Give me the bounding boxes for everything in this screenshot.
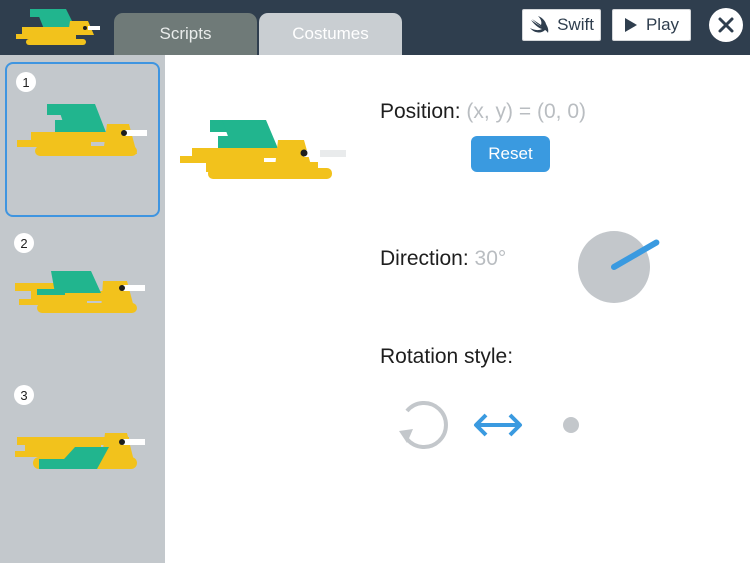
bird-costume-wings-down-image bbox=[15, 433, 145, 469]
position-row: Position: (x, y) = (0, 0) bbox=[380, 100, 586, 124]
swift-button[interactable]: Swift bbox=[522, 9, 601, 41]
play-button[interactable]: Play bbox=[612, 9, 691, 41]
top-bar: Scripts Costumes Swift Play bbox=[0, 0, 750, 55]
rotation-dont-rotate-option[interactable] bbox=[554, 398, 588, 452]
bird-costume-wings-up-image bbox=[17, 104, 147, 156]
dont-rotate-dot-icon bbox=[563, 417, 579, 433]
left-right-arrow-icon bbox=[474, 413, 522, 437]
bird-logo-icon bbox=[16, 9, 100, 45]
costume-number: 3 bbox=[14, 385, 34, 405]
reset-button[interactable]: Reset bbox=[471, 136, 550, 172]
close-button[interactable] bbox=[709, 8, 743, 42]
direction-value: 30° bbox=[474, 247, 507, 270]
swift-label: Swift bbox=[557, 15, 594, 34]
swift-logo-icon bbox=[530, 16, 549, 33]
play-icon bbox=[624, 18, 637, 32]
costume-item-1[interactable]: 1 bbox=[5, 62, 160, 217]
costume-preview-image bbox=[180, 120, 346, 179]
costume-item-3[interactable]: 3 bbox=[5, 377, 160, 532]
close-icon bbox=[718, 17, 734, 33]
costume-item-2[interactable]: 2 bbox=[5, 225, 160, 380]
costume-number: 1 bbox=[16, 72, 36, 92]
rotation-all-around-option[interactable] bbox=[392, 398, 452, 452]
costume-number: 2 bbox=[14, 233, 34, 253]
position-label: Position: bbox=[380, 100, 461, 123]
position-value: (x, y) = (0, 0) bbox=[466, 100, 586, 123]
rotate-all-around-icon bbox=[399, 401, 448, 449]
rotation-left-right-option[interactable] bbox=[470, 398, 526, 452]
tab-scripts[interactable]: Scripts bbox=[114, 13, 257, 55]
direction-dial[interactable] bbox=[577, 230, 661, 304]
direction-row: Direction: 30° bbox=[380, 247, 506, 271]
costume-sidebar: 1 2 3 bbox=[0, 55, 165, 563]
direction-label: Direction: bbox=[380, 247, 469, 270]
tab-costumes[interactable]: Costumes bbox=[259, 13, 402, 55]
play-label: Play bbox=[645, 15, 680, 34]
rotation-style-label: Rotation style: bbox=[380, 345, 514, 368]
bird-costume-wings-mid-image bbox=[15, 271, 145, 313]
